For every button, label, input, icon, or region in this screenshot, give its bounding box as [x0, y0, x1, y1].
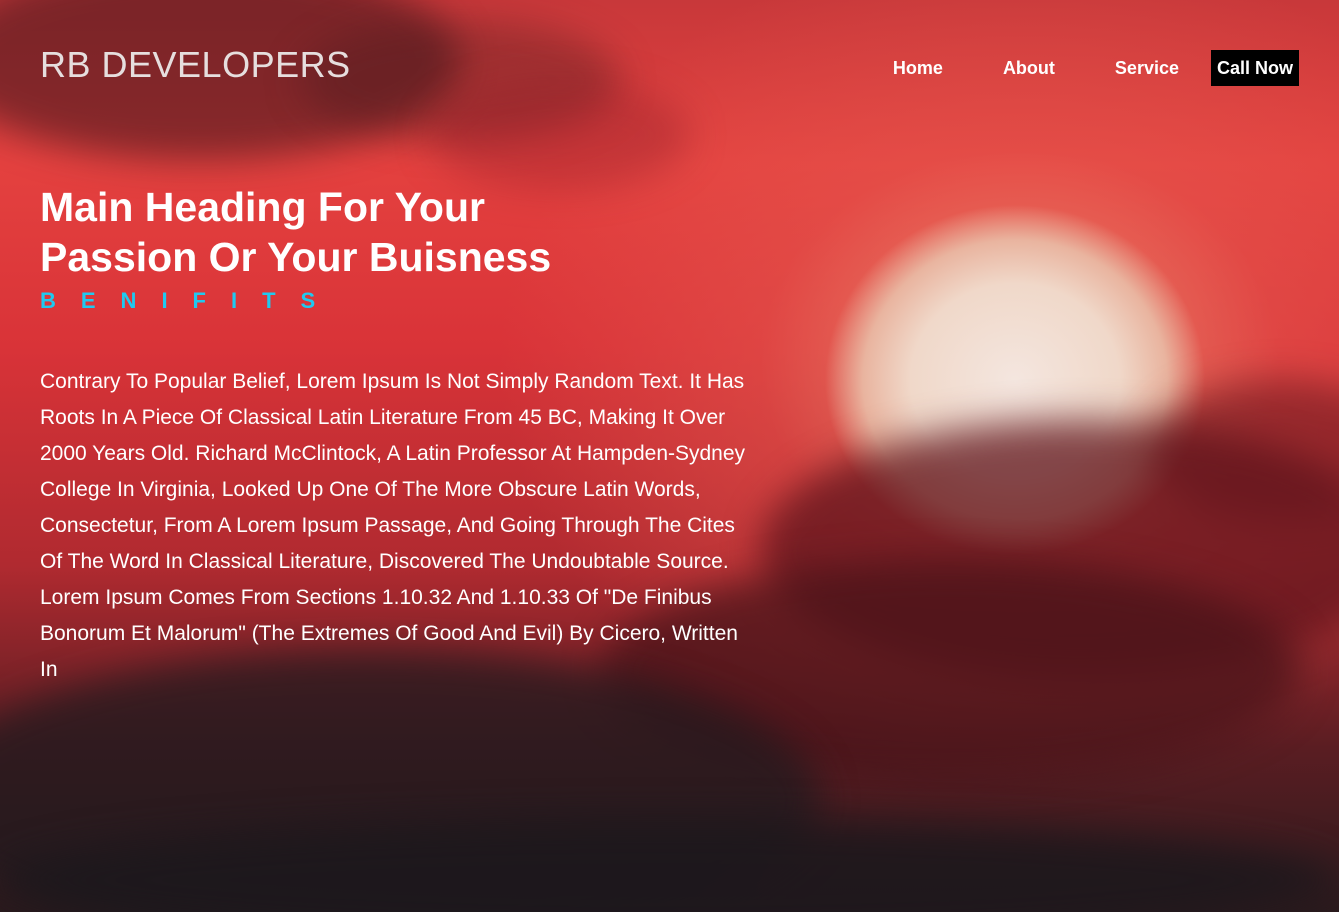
- background-cloud: [430, 80, 690, 190]
- main-nav: Home About Service Call Now: [893, 48, 1299, 88]
- main-heading: Main Heading For Your Passion Or Your Bu…: [40, 182, 600, 282]
- main-heading-line2: Passion Or Your Buisness: [40, 234, 552, 280]
- hero-section: RB DEVELOPERS Home About Service Call No…: [0, 0, 1339, 912]
- call-now-button[interactable]: Call Now: [1210, 50, 1299, 86]
- site-logo[interactable]: RB DEVELOPERS: [40, 44, 351, 86]
- nav-service-link[interactable]: Service: [1115, 48, 1179, 88]
- hero-body-text: Contrary To Popular Belief, Lorem Ipsum …: [40, 370, 746, 681]
- nav-home-link[interactable]: Home: [893, 48, 943, 88]
- benefits-subheading: BENIFITS: [40, 288, 341, 313]
- main-heading-line1: Main Heading For Your: [40, 184, 485, 230]
- nav-about-link[interactable]: About: [1003, 48, 1055, 88]
